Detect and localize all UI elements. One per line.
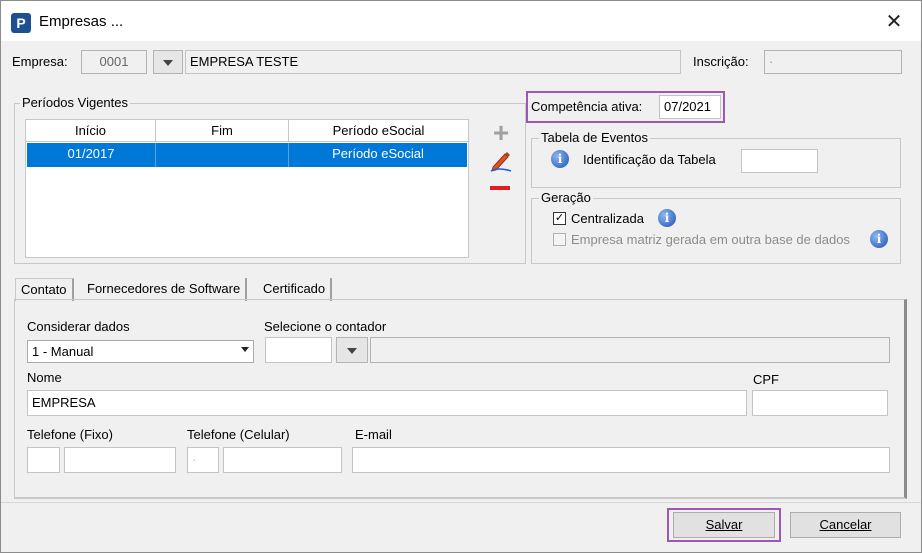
nome-field[interactable]: EMPRESA xyxy=(27,390,747,416)
dialog-window: P Empresas ... ✕ Empresa: 0001 EMPRESA T… xyxy=(0,0,922,553)
column-header-fim[interactable]: Fim xyxy=(156,120,289,142)
info-icon[interactable]: i xyxy=(551,150,569,168)
empresa-code-field[interactable]: 0001 xyxy=(81,50,147,74)
nome-label: Nome xyxy=(27,370,62,385)
remove-icon[interactable] xyxy=(490,186,510,190)
column-header-periodo[interactable]: Período eSocial xyxy=(289,120,468,142)
inscricao-field: · xyxy=(764,50,902,74)
cpf-label: CPF xyxy=(753,372,779,387)
cell-periodo: Período eSocial xyxy=(289,143,467,167)
tab-fornecedores[interactable]: Fornecedores de Software xyxy=(82,278,248,301)
empresa-name-field: EMPRESA TESTE xyxy=(185,50,681,74)
contador-label: Selecione o contador xyxy=(264,319,387,334)
tel-cel-ddd-field[interactable]: · xyxy=(187,447,219,473)
email-field[interactable] xyxy=(352,447,890,473)
identificacao-field[interactable] xyxy=(741,149,818,173)
column-header-inicio[interactable]: Início xyxy=(26,120,156,142)
considerar-select[interactable]: 1 - Manual xyxy=(27,340,254,363)
tab-contato[interactable]: Contato xyxy=(15,278,74,301)
empresa-dropdown-button[interactable] xyxy=(153,50,183,74)
matriz-label: Empresa matriz gerada em outra base de d… xyxy=(571,232,850,247)
cpf-field[interactable] xyxy=(752,390,888,416)
centralizada-label: Centralizada xyxy=(571,211,644,226)
salvar-highlight xyxy=(667,508,781,542)
app-logo-icon: P xyxy=(11,13,31,33)
email-label: E-mail xyxy=(355,427,392,442)
add-icon[interactable]: + xyxy=(489,119,513,147)
centralizada-checkbox[interactable]: ✓ xyxy=(553,212,566,225)
close-icon[interactable]: ✕ xyxy=(879,9,909,35)
periodos-group-label: Períodos Vigentes xyxy=(20,95,130,110)
matriz-checkbox xyxy=(553,233,566,246)
considerar-label: Considerar dados xyxy=(27,319,130,334)
periodos-table[interactable]: Início Fim Período eSocial 01/2017 Perío… xyxy=(25,119,469,258)
footer-divider xyxy=(1,502,921,503)
tel-cel-label: Telefone (Celular) xyxy=(187,427,290,442)
tab-certificado[interactable]: Certificado xyxy=(258,278,333,301)
centralizada-info-icon[interactable]: i xyxy=(658,209,676,227)
contador-code-field[interactable] xyxy=(265,337,332,363)
geracao-group xyxy=(531,198,901,264)
identificacao-label: Identificação da Tabela xyxy=(583,152,716,167)
window-title: Empresas ... xyxy=(39,13,124,30)
matriz-info-icon[interactable]: i xyxy=(870,230,888,248)
title-bar: P Empresas ... ✕ xyxy=(1,1,921,41)
cancelar-button[interactable]: Cancelar xyxy=(790,512,901,538)
tel-fixo-label: Telefone (Fixo) xyxy=(27,427,113,442)
tel-cel-number-field[interactable] xyxy=(223,447,342,473)
tel-fixo-ddd-field[interactable] xyxy=(27,447,60,473)
cell-inicio: 01/2017 xyxy=(27,143,156,167)
contador-dropdown-button[interactable] xyxy=(336,337,368,363)
tel-fixo-number-field[interactable] xyxy=(64,447,176,473)
geracao-group-label: Geração xyxy=(539,190,593,205)
chevron-down-icon[interactable] xyxy=(241,347,249,352)
tabela-eventos-group-label: Tabela de Eventos xyxy=(539,130,650,145)
inscricao-label: Inscrição: xyxy=(693,54,749,69)
edit-pencil-icon[interactable] xyxy=(489,149,513,173)
contador-name-field xyxy=(370,337,890,363)
empresa-label: Empresa: xyxy=(12,54,68,69)
competencia-highlight xyxy=(526,91,725,123)
cell-fim xyxy=(156,143,289,167)
